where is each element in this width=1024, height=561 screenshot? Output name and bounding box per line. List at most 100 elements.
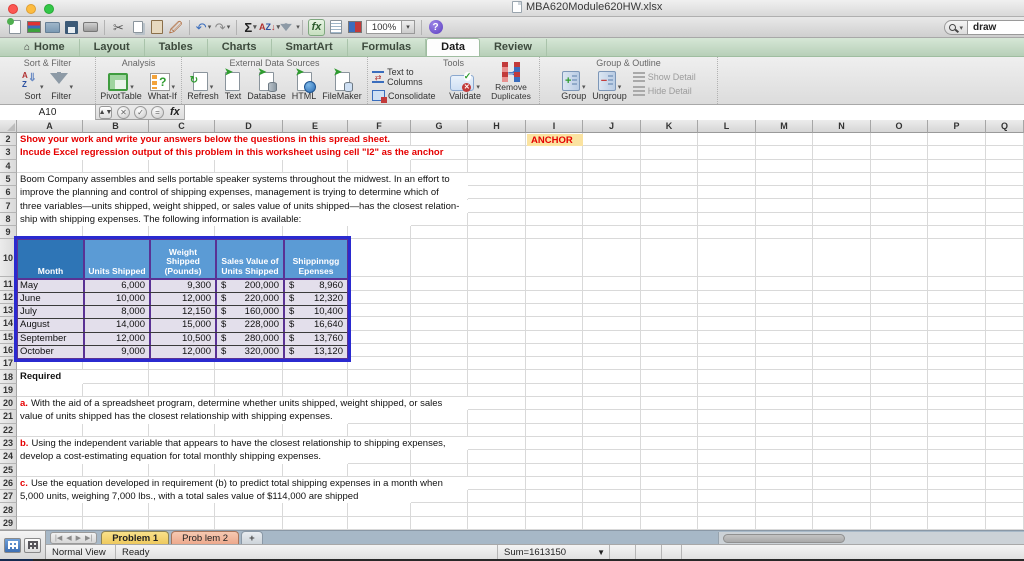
row-header-5[interactable]: 5 [0, 172, 17, 187]
cell[interactable] [756, 476, 813, 491]
tab-tables[interactable]: Tables [145, 39, 208, 56]
cell[interactable] [928, 450, 986, 464]
cell[interactable] [468, 330, 526, 344]
cell[interactable] [468, 317, 526, 331]
cell[interactable] [641, 357, 698, 371]
cell[interactable] [756, 463, 813, 477]
cell[interactable] [411, 239, 468, 278]
cell[interactable] [698, 383, 756, 398]
tab-formulas[interactable]: Formulas [348, 39, 427, 56]
cell[interactable] [986, 490, 1024, 504]
row-header-28[interactable]: 28 [0, 503, 17, 517]
cell[interactable] [698, 463, 756, 477]
cell[interactable] [411, 383, 468, 398]
cell[interactable] [698, 490, 756, 504]
cell[interactable] [928, 436, 986, 451]
cell[interactable] [348, 226, 411, 240]
cell[interactable] [583, 436, 641, 451]
cell[interactable] [526, 159, 583, 173]
cell[interactable] [348, 503, 411, 517]
cell[interactable] [583, 212, 641, 227]
cell[interactable] [871, 450, 928, 464]
cell[interactable] [756, 186, 813, 200]
cell[interactable] [928, 186, 986, 200]
cell[interactable] [986, 317, 1024, 331]
cell[interactable] [698, 370, 756, 384]
save-icon[interactable] [63, 19, 80, 35]
cell[interactable] [641, 239, 698, 278]
cell[interactable] [468, 490, 526, 504]
question-a-line-1[interactable]: a. With the aid of a spreadsheet program,… [17, 397, 468, 411]
cell[interactable] [641, 370, 698, 384]
cell[interactable] [583, 343, 641, 358]
cell[interactable] [468, 239, 526, 278]
cell[interactable] [871, 133, 928, 147]
cell[interactable] [83, 423, 149, 437]
cell[interactable] [756, 410, 813, 424]
cell[interactable] [149, 463, 215, 477]
cell[interactable] [526, 397, 583, 411]
anchor-cell[interactable]: ANCHOR [527, 133, 583, 147]
cell[interactable] [526, 330, 583, 344]
cell[interactable] [871, 490, 928, 504]
cell[interactable] [756, 503, 813, 517]
close-window-button[interactable] [8, 4, 18, 14]
cell[interactable] [526, 490, 583, 504]
cell[interactable] [583, 423, 641, 437]
cell[interactable] [526, 239, 583, 278]
cell[interactable] [871, 159, 928, 173]
cell[interactable] [698, 357, 756, 371]
column-header-B[interactable]: B [83, 120, 149, 133]
cell[interactable] [871, 317, 928, 331]
cell[interactable] [928, 463, 986, 477]
cell[interactable] [698, 343, 756, 358]
row-header-8[interactable]: 8 [0, 212, 17, 227]
toolbox-icon[interactable] [346, 19, 363, 35]
row-header-29[interactable]: 29 [0, 516, 17, 530]
cell[interactable] [986, 159, 1024, 173]
cell[interactable] [986, 436, 1024, 451]
cell[interactable] [986, 370, 1024, 384]
row-header-22[interactable]: 22 [0, 423, 17, 437]
cell[interactable] [583, 383, 641, 398]
cell[interactable] [641, 450, 698, 464]
cell[interactable] [641, 133, 698, 147]
cell[interactable] [468, 212, 526, 227]
cell[interactable] [17, 159, 83, 173]
consolidate-button[interactable]: Consolidate [372, 90, 443, 103]
cell[interactable] [215, 226, 283, 240]
cell[interactable] [871, 330, 928, 344]
tab-layout[interactable]: Layout [80, 39, 145, 56]
cell[interactable] [215, 463, 283, 477]
select-all-corner[interactable] [0, 120, 17, 133]
cell[interactable] [813, 397, 871, 411]
gallery-icon[interactable] [25, 19, 42, 35]
header-month[interactable]: Month [18, 240, 83, 279]
cell[interactable] [871, 423, 928, 437]
question-c-line-2[interactable]: 5,000 units, weighing 7,000 lbs., with a… [17, 490, 411, 504]
cell[interactable] [83, 463, 149, 477]
cell[interactable] [411, 330, 468, 344]
copy-icon[interactable] [129, 19, 146, 35]
intro-line-4[interactable]: ship with shipping expenses. The followi… [17, 212, 411, 227]
cell[interactable] [813, 490, 871, 504]
cell[interactable] [698, 317, 756, 331]
column-header-K[interactable]: K [641, 120, 698, 133]
prev-sheet-icon[interactable]: ◀ [66, 534, 71, 542]
cell[interactable] [928, 330, 986, 344]
hide-detail-button[interactable]: Hide Detail [632, 86, 696, 96]
cell[interactable] [928, 303, 986, 318]
sort-button[interactable]: A Z ⇓ ▾ Sort [22, 69, 44, 101]
formula-builder-icon[interactable]: fx [308, 18, 325, 36]
cell[interactable] [986, 239, 1024, 278]
cell[interactable] [928, 343, 986, 358]
cell[interactable] [17, 463, 83, 477]
accept-button[interactable]: ✓ [134, 105, 147, 119]
group-button[interactable]: ▾ Group [561, 69, 586, 101]
cell[interactable] [411, 159, 468, 173]
cell[interactable] [698, 303, 756, 318]
cell[interactable] [641, 317, 698, 331]
cell[interactable] [928, 370, 986, 384]
cell[interactable] [813, 159, 871, 173]
column-header-J[interactable]: J [583, 120, 641, 133]
